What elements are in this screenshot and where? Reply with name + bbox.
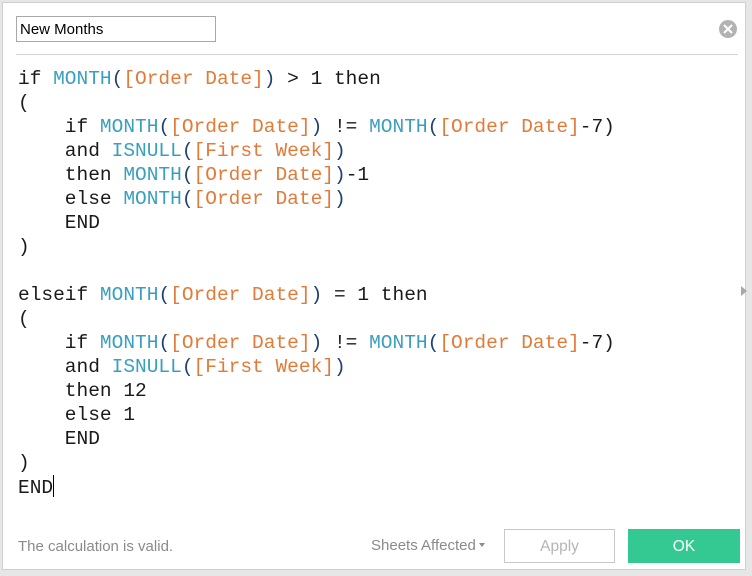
code-text: ) xyxy=(333,356,346,378)
sheets-affected-dropdown[interactable]: Sheets Affected xyxy=(371,537,485,554)
calculation-editor-dialog: if MONTH([Order Date]) > 1 then( if MONT… xyxy=(2,2,747,570)
code-text: ( xyxy=(181,164,194,186)
code-function: MONTH xyxy=(123,188,182,210)
code-function: ISNULL xyxy=(111,356,182,378)
code-field: [Order Date] xyxy=(123,68,264,90)
code-line: if MONTH([Order Date]) != MONTH([Order D… xyxy=(18,331,718,355)
code-line: END xyxy=(18,475,718,499)
code-function: MONTH xyxy=(369,332,428,354)
code-text: if xyxy=(18,116,100,138)
code-text: ( xyxy=(158,284,171,306)
code-field: [Order Date] xyxy=(170,332,311,354)
code-text: else 1 xyxy=(18,404,136,426)
code-text: ) xyxy=(263,68,276,90)
triangle-right-icon[interactable] xyxy=(741,286,747,296)
close-icon[interactable] xyxy=(719,20,737,38)
code-line: END xyxy=(18,427,718,451)
code-field: [Order Date] xyxy=(170,284,311,306)
ok-button[interactable]: OK xyxy=(628,529,740,563)
code-text: and xyxy=(18,356,112,378)
code-text: ( xyxy=(181,188,194,210)
code-field: [Order Date] xyxy=(170,116,311,138)
code-text: ( xyxy=(181,356,194,378)
code-line: and ISNULL([First Week]) xyxy=(18,139,718,163)
code-text: ) xyxy=(18,236,30,258)
code-function: ISNULL xyxy=(111,140,182,162)
formula-editor[interactable]: if MONTH([Order Date]) > 1 then( if MONT… xyxy=(18,67,718,507)
code-text: ) xyxy=(333,188,346,210)
code-function: MONTH xyxy=(99,284,159,306)
code-field: [First Week] xyxy=(193,356,334,378)
code-function: MONTH xyxy=(99,116,159,138)
code-text: ( xyxy=(111,68,124,90)
code-field: [Order Date] xyxy=(193,164,334,186)
code-text: ( xyxy=(181,140,194,162)
code-text: > 1 then xyxy=(275,68,381,90)
code-line: and ISNULL([First Week]) xyxy=(18,355,718,379)
calculation-name-input[interactable] xyxy=(16,16,216,42)
code-line: ) xyxy=(18,235,718,259)
code-text: -7) xyxy=(579,116,615,138)
code-text: ( xyxy=(427,116,440,138)
code-text: else xyxy=(18,188,124,210)
code-text: ) xyxy=(310,116,323,138)
code-function: MONTH xyxy=(53,68,112,90)
code-text: if xyxy=(18,68,54,90)
code-function: MONTH xyxy=(99,332,159,354)
code-function: MONTH xyxy=(369,116,428,138)
code-text: if xyxy=(18,332,100,354)
validation-status: The calculation is valid. xyxy=(18,538,174,555)
code-text: END xyxy=(18,212,100,234)
code-text: -1 xyxy=(345,164,370,186)
text-caret xyxy=(53,475,55,497)
code-line: else MONTH([Order Date]) xyxy=(18,187,718,211)
code-text: ( xyxy=(158,116,171,138)
code-text: and xyxy=(18,140,112,162)
code-field: [Order Date] xyxy=(439,116,580,138)
code-line: if MONTH([Order Date]) > 1 then xyxy=(18,67,718,91)
code-text: = 1 then xyxy=(322,284,428,306)
code-line: then MONTH([Order Date])-1 xyxy=(18,163,718,187)
code-field: [First Week] xyxy=(193,140,334,162)
code-text: ( xyxy=(18,92,30,114)
header-divider xyxy=(16,54,738,55)
code-field: [Order Date] xyxy=(193,188,334,210)
code-line: ( xyxy=(18,307,718,331)
code-line: ) xyxy=(18,451,718,475)
code-text: ) xyxy=(333,140,346,162)
code-text: != xyxy=(322,116,370,138)
sheets-affected-label: Sheets Affected xyxy=(371,537,476,554)
code-text: ( xyxy=(18,308,30,330)
code-line: elseif MONTH([Order Date]) = 1 then xyxy=(18,283,718,307)
code-line: if MONTH([Order Date]) != MONTH([Order D… xyxy=(18,115,718,139)
code-text: ) xyxy=(333,164,346,186)
apply-button[interactable]: Apply xyxy=(504,529,615,563)
code-text: ( xyxy=(427,332,440,354)
code-text: END xyxy=(18,477,54,499)
code-field: [Order Date] xyxy=(439,332,580,354)
code-line: ( xyxy=(18,91,718,115)
code-text: ( xyxy=(158,332,171,354)
code-text: ) xyxy=(310,332,323,354)
code-text: -7) xyxy=(579,332,615,354)
code-text: ) xyxy=(18,452,30,474)
code-text: != xyxy=(322,332,370,354)
code-function: MONTH xyxy=(123,164,182,186)
close-circle-icon xyxy=(723,24,733,34)
chevron-down-icon xyxy=(478,543,485,547)
code-text: then 12 xyxy=(18,380,147,402)
code-text: END xyxy=(18,428,100,450)
code-line: else 1 xyxy=(18,403,718,427)
code-text: then xyxy=(18,164,124,186)
code-line: then 12 xyxy=(18,379,718,403)
code-text: ) xyxy=(310,284,323,306)
code-text: elseif xyxy=(18,284,100,306)
code-line: END xyxy=(18,211,718,235)
